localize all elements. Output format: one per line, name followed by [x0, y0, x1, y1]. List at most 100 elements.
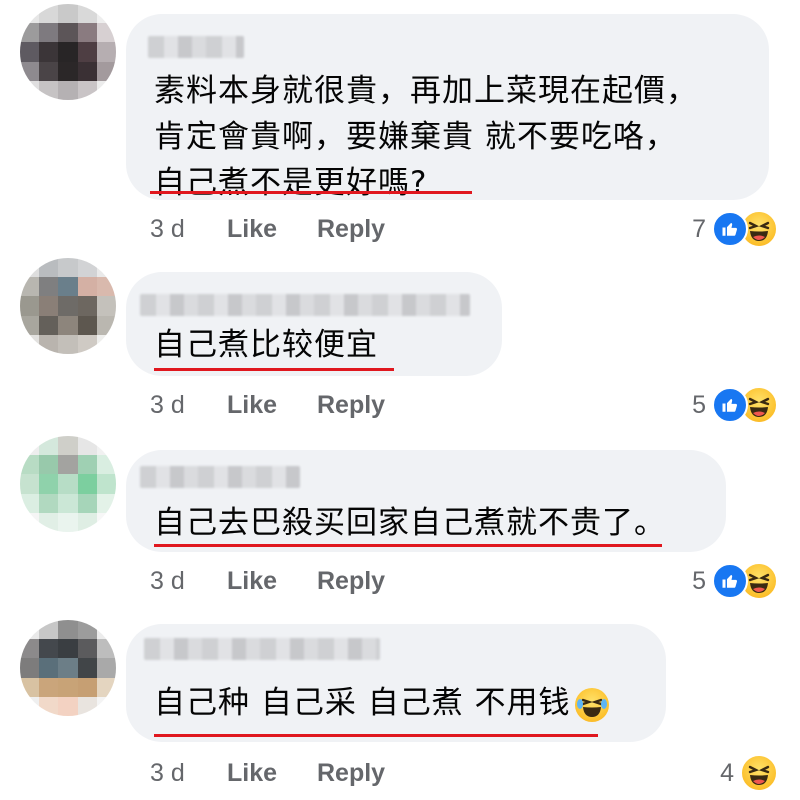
- comment-text: 自己种 自己采 自己煮 不用钱: [154, 680, 642, 726]
- like-icon: [712, 563, 748, 599]
- avatar-pixel: [77, 620, 97, 640]
- reaction-count: 5: [692, 566, 706, 595]
- comment-actions: 3 d Like Reply: [150, 753, 385, 793]
- avatar-pixel: [20, 277, 40, 297]
- avatar-pixel: [96, 696, 116, 716]
- timestamp[interactable]: 3 d: [150, 215, 227, 244]
- avatar-pixel: [58, 296, 78, 316]
- avatar-pixel: [39, 80, 59, 100]
- avatar-pixel: [58, 61, 78, 81]
- red-underline: [154, 368, 394, 371]
- avatar-pixel: [96, 455, 116, 475]
- reaction-summary[interactable]: 4: [720, 753, 778, 793]
- blurred-author-name[interactable]: [148, 36, 244, 58]
- avatar-pixel: [96, 42, 116, 62]
- blurred-author-name[interactable]: [140, 294, 470, 316]
- blurred-author-name[interactable]: [144, 638, 380, 660]
- avatar-pixel: [20, 80, 40, 100]
- avatar-pixel: [77, 436, 97, 456]
- timestamp[interactable]: 3 d: [150, 759, 227, 788]
- avatar-pixel: [77, 677, 97, 697]
- avatar-pixel: [20, 4, 40, 24]
- avatar-pixel: [20, 474, 40, 494]
- comment-text-body: 自己种 自己采 自己煮 不用钱: [154, 685, 571, 721]
- avatar-pixel: [20, 677, 40, 697]
- avatar-pixel: [96, 620, 116, 640]
- reaction-summary[interactable]: 7: [692, 209, 778, 249]
- avatar-pixel: [39, 658, 59, 678]
- reaction-summary[interactable]: 5: [692, 385, 778, 425]
- like-button[interactable]: Like: [227, 567, 317, 596]
- avatar-pixel: [39, 296, 59, 316]
- red-underline: [154, 734, 598, 737]
- avatar-pixel: [20, 620, 40, 640]
- avatar-pixel: [77, 258, 97, 278]
- timestamp[interactable]: 3 d: [150, 567, 227, 596]
- avatar-pixel: [77, 455, 97, 475]
- avatar-pixel: [96, 258, 116, 278]
- avatar-pixel: [77, 493, 97, 513]
- avatar-pixel: [77, 23, 97, 43]
- reaction-summary[interactable]: 5: [692, 561, 778, 601]
- comment-text: 自己煮比较便宜: [154, 327, 378, 363]
- avatar-pixel: [39, 258, 59, 278]
- timestamp[interactable]: 3 d: [150, 391, 227, 420]
- avatar-pixel: [96, 436, 116, 456]
- reaction-count: 4: [720, 758, 734, 787]
- avatar[interactable]: [20, 436, 116, 532]
- avatar-pixel: [20, 658, 40, 678]
- avatar-pixel: [39, 23, 59, 43]
- avatar-pixel: [58, 658, 78, 678]
- like-button[interactable]: Like: [227, 759, 317, 788]
- avatar-pixel: [39, 436, 59, 456]
- avatar-pixel: [96, 80, 116, 100]
- avatar-pixel: [39, 677, 59, 697]
- avatar-pixel: [58, 436, 78, 456]
- comment-actions: 3 d Like Reply: [150, 209, 385, 249]
- avatar-pixel: [77, 334, 97, 354]
- avatar-pixel: [39, 455, 59, 475]
- avatar-pixel: [20, 493, 40, 513]
- avatar-pixel: [77, 61, 97, 81]
- like-button[interactable]: Like: [227, 215, 317, 244]
- avatar-pixel: [58, 258, 78, 278]
- avatar-pixel: [58, 474, 78, 494]
- avatar-pixel: [20, 61, 40, 81]
- avatar-pixel: [39, 639, 59, 659]
- comment-actions: 3 d Like Reply: [150, 561, 385, 601]
- avatar-pixel: [96, 315, 116, 335]
- avatar-pixel: [20, 334, 40, 354]
- avatar-pixel: [39, 512, 59, 532]
- avatar-pixel: [39, 315, 59, 335]
- avatar-pixel: [96, 512, 116, 532]
- avatar-pixel: [77, 4, 97, 24]
- avatar-pixel: [96, 61, 116, 81]
- comment-bubble: 自己种 自己采 自己煮 不用钱: [126, 624, 666, 742]
- laughing-emoji-icon: [574, 687, 609, 722]
- avatar-pixel: [20, 296, 40, 316]
- like-button[interactable]: Like: [227, 391, 317, 420]
- avatar-pixel: [58, 455, 78, 475]
- avatar-pixel: [77, 658, 97, 678]
- reply-button[interactable]: Reply: [317, 215, 385, 244]
- reply-button[interactable]: Reply: [317, 759, 385, 788]
- reply-button[interactable]: Reply: [317, 567, 385, 596]
- avatar-pixel: [20, 696, 40, 716]
- red-underline: [150, 191, 472, 194]
- reply-button[interactable]: Reply: [317, 391, 385, 420]
- avatar-pixel: [96, 296, 116, 316]
- comment-bubble: 自己煮比较便宜: [126, 272, 502, 376]
- avatar[interactable]: [20, 4, 116, 100]
- avatar-pixel: [58, 620, 78, 640]
- comment-text: 自己去巴殺买回家自己煮就不贵了。: [154, 505, 666, 541]
- avatar-pixel: [20, 315, 40, 335]
- avatar-pixel: [58, 639, 78, 659]
- avatar[interactable]: [20, 258, 116, 354]
- blurred-author-name[interactable]: [140, 466, 300, 488]
- avatar-pixel: [77, 277, 97, 297]
- avatar-pixel: [96, 474, 116, 494]
- avatar[interactable]: [20, 620, 116, 716]
- comment-actions: 3 d Like Reply: [150, 385, 385, 425]
- avatar-pixel: [58, 23, 78, 43]
- avatar-pixel: [39, 4, 59, 24]
